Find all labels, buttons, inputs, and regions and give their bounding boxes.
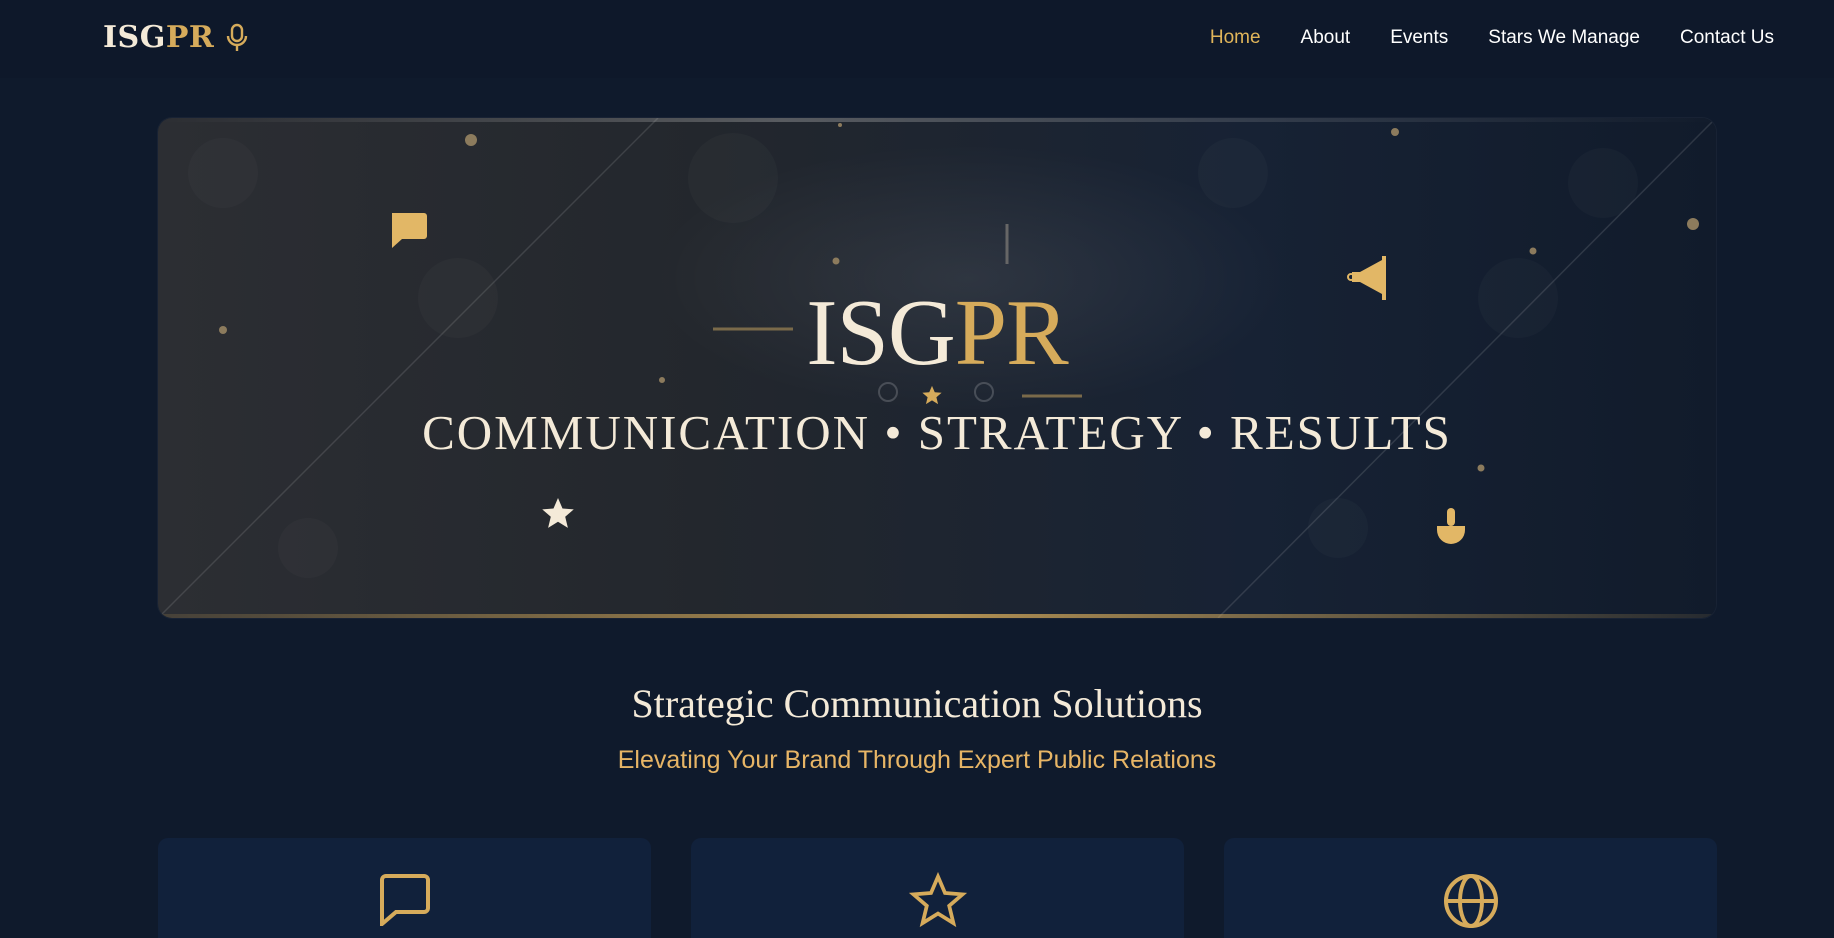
hero-title: ISGPR: [806, 281, 1068, 385]
service-card[interactable]: [158, 838, 651, 938]
thumb-icon: [1437, 508, 1465, 544]
chat-bubble-icon: [379, 874, 430, 926]
star-icon: [542, 498, 574, 528]
top-navbar: ISGPR Home About Events Stars We Manage …: [0, 0, 1834, 78]
nav-links: Home About Events Stars We Manage Contac…: [1210, 27, 1774, 49]
globe-icon: [1443, 874, 1498, 928]
nav-about[interactable]: About: [1301, 27, 1351, 49]
nav-stars-we-manage[interactable]: Stars We Manage: [1488, 27, 1640, 49]
microphone-icon: [227, 23, 248, 51]
star-icon: [908, 872, 967, 928]
section-subtitle: Elevating Your Brand Through Expert Publ…: [617, 746, 1217, 774]
chat-bubble-icon: [392, 213, 427, 248]
small-star-icon: [922, 385, 942, 405]
nav-home[interactable]: Home: [1210, 27, 1261, 49]
service-card[interactable]: [691, 838, 1184, 938]
hero-bottom-border: [158, 614, 1716, 618]
brand-name: ISGPR: [103, 20, 215, 55]
nav-events[interactable]: Events: [1390, 27, 1448, 49]
hero-banner: ISGPR COMMUNICATION • STRATEGY • RESULTS: [158, 118, 1716, 618]
hero-top-border: [158, 118, 1716, 122]
service-card[interactable]: [1224, 838, 1717, 938]
nav-contact-us[interactable]: Contact Us: [1680, 27, 1774, 49]
brand-logo[interactable]: ISGPR: [103, 20, 248, 55]
hero-tagline: COMMUNICATION • STRATEGY • RESULTS: [422, 405, 1452, 460]
section-title: Strategic Communication Solutions: [631, 681, 1203, 726]
